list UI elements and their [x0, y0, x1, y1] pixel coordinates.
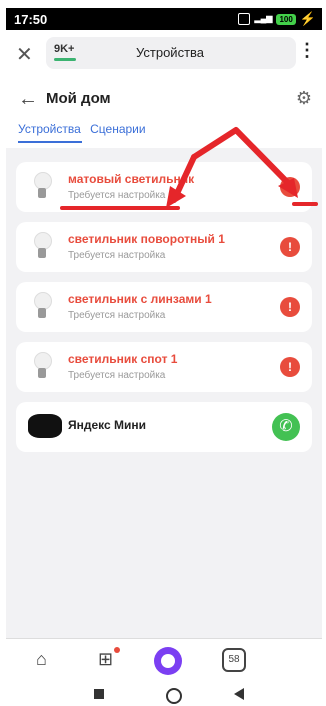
- lightbulb-icon: [32, 232, 52, 262]
- back-button-icon[interactable]: [234, 688, 244, 700]
- bottom-navigation: ⌂ ⊞ 58: [6, 638, 322, 685]
- services-icon[interactable]: ⊞: [98, 649, 113, 670]
- alice-icon[interactable]: [154, 647, 182, 675]
- lightbulb-icon: [32, 352, 52, 382]
- devices-list: матовый светильник Требуется настройка !…: [6, 148, 322, 638]
- home-icon[interactable]: ⌂: [36, 649, 47, 670]
- alert-icon[interactable]: !: [280, 177, 300, 197]
- alert-icon[interactable]: !: [280, 237, 300, 257]
- close-icon[interactable]: ✕: [16, 42, 33, 67]
- alert-icon[interactable]: !: [280, 357, 300, 377]
- page-url-title: Устройства: [136, 45, 205, 60]
- back-arrow-icon[interactable]: ←: [18, 88, 38, 111]
- recent-apps-icon[interactable]: [94, 689, 104, 699]
- notification-badge: 9K+: [54, 43, 75, 55]
- home-button-icon[interactable]: [166, 688, 182, 704]
- tab-bar: Устройства Сценарии: [18, 122, 146, 136]
- url-pill[interactable]: 9K+ Устройства: [46, 37, 296, 69]
- device-status: Требуется настройка: [68, 190, 166, 201]
- security-indicator: [54, 58, 76, 61]
- tab-scenarios[interactable]: Сценарии: [90, 122, 145, 136]
- device-status: Требуется настройка: [68, 370, 166, 381]
- notification-dot: [114, 647, 120, 653]
- device-card[interactable]: матовый светильник Требуется настройка !: [16, 162, 312, 212]
- device-name: светильник с линзами 1: [68, 292, 212, 306]
- speaker-icon: [28, 414, 62, 438]
- notification-icon: [238, 13, 251, 25]
- device-name: светильник спот 1: [68, 352, 178, 366]
- more-icon[interactable]: ⋮: [298, 40, 316, 61]
- tab-devices[interactable]: Устройства: [18, 122, 81, 136]
- status-icons: ▂▄▆ 100 ⚡: [238, 11, 316, 27]
- device-card[interactable]: светильник спот 1 Требуется настройка !: [16, 342, 312, 392]
- browser-top-bar: ✕ 9K+ Устройства ⋮: [6, 30, 322, 76]
- device-status: Требуется настройка: [68, 310, 166, 321]
- battery-icon: 100: [276, 13, 296, 25]
- status-bar: 17:50 ▂▄▆ 100 ⚡: [6, 8, 322, 30]
- device-status: Требуется настройка: [68, 250, 166, 261]
- status-time: 17:50: [14, 12, 48, 27]
- device-name: светильник поворотный 1: [68, 232, 225, 246]
- gear-icon[interactable]: ⚙: [296, 88, 312, 109]
- lightbulb-icon: [32, 292, 52, 322]
- alert-icon[interactable]: !: [280, 297, 300, 317]
- speaker-name: Яндекс Мини: [68, 418, 147, 432]
- device-card[interactable]: светильник с линзами 1 Требуется настрой…: [16, 282, 312, 332]
- active-tab-indicator: [18, 141, 82, 143]
- app-frame: 17:50 ▂▄▆ 100 ⚡ ✕ 9K+ Устройства ⋮ ← Мой…: [6, 0, 322, 706]
- speaker-card[interactable]: Яндекс Мини ✆: [16, 402, 312, 452]
- page-title: Мой дом: [46, 90, 111, 107]
- tabs-count-badge[interactable]: 58: [222, 648, 246, 672]
- charging-icon: ⚡: [299, 11, 316, 26]
- signal-icon: ▂▄▆: [254, 14, 273, 23]
- device-name: матовый светильник: [68, 172, 195, 186]
- device-card[interactable]: светильник поворотный 1 Требуется настро…: [16, 222, 312, 272]
- lightbulb-icon: [32, 172, 52, 202]
- phone-icon[interactable]: ✆: [272, 413, 300, 441]
- system-navigation: [6, 684, 322, 706]
